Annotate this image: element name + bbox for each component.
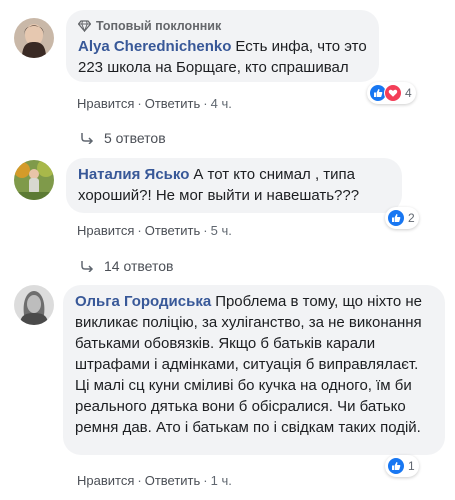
comment-bubble: Ольга Городиська Проблема в тому, що ніхт…: [63, 285, 445, 455]
reply-arrow-icon: [81, 261, 94, 272]
comment-author[interactable]: Alya Cherednichenko: [78, 38, 231, 55]
reaction-count: 4: [405, 86, 412, 100]
reactions-summary[interactable]: 1: [385, 455, 419, 477]
view-replies-1[interactable]: 5 ответов: [80, 129, 166, 147]
like-icon: [387, 457, 405, 475]
comment-author[interactable]: Ольга Городиська: [75, 293, 211, 310]
comment-time[interactable]: 1 ч.: [211, 473, 232, 488]
view-replies-2[interactable]: 14 ответов: [80, 257, 173, 275]
reply-link[interactable]: Ответить: [145, 96, 201, 111]
replies-label[interactable]: 5 ответов: [104, 129, 166, 147]
comment-time[interactable]: 4 ч.: [211, 96, 232, 111]
separator: ·: [203, 96, 208, 111]
comment-bubble: Наталия Ясько А тот кто снимал , типа хор…: [66, 158, 402, 213]
reactions-summary[interactable]: 2: [385, 207, 419, 229]
like-link[interactable]: Нравится: [77, 96, 134, 111]
avatar[interactable]: [14, 285, 54, 325]
top-fan-badge: Топовый поклонник: [78, 18, 367, 34]
diamond-icon: [78, 20, 91, 32]
separator: ·: [137, 96, 142, 111]
separator: ·: [203, 223, 208, 238]
comment-actions: Нравится · Ответить · 5 ч.: [77, 223, 232, 239]
avatar[interactable]: [14, 160, 54, 200]
avatar[interactable]: [14, 18, 54, 58]
like-icon: [387, 209, 405, 227]
love-icon: [384, 84, 402, 102]
badge-label: Топовый поклонник: [96, 19, 222, 33]
comment-bubble: Топовый поклонник Alya Cherednichenko Ест…: [66, 10, 379, 82]
comment-text: Проблема в тому, що ніхто не викликає по…: [75, 293, 422, 436]
reply-arrow-icon: [81, 133, 94, 144]
comment-actions: Нравится · Ответить · 4 ч.: [77, 96, 232, 112]
separator: ·: [137, 223, 142, 238]
reactions-summary[interactable]: 4: [367, 82, 416, 104]
like-link[interactable]: Нравится: [77, 473, 134, 488]
reply-link[interactable]: Ответить: [145, 223, 201, 238]
separator: ·: [203, 473, 208, 488]
reply-link[interactable]: Ответить: [145, 473, 201, 488]
reaction-count: 1: [408, 459, 415, 473]
like-link[interactable]: Нравится: [77, 223, 134, 238]
comment-author[interactable]: Наталия Ясько: [78, 166, 189, 183]
reaction-count: 2: [408, 211, 415, 225]
comment-time[interactable]: 5 ч.: [211, 223, 232, 238]
separator: ·: [137, 473, 142, 488]
replies-label[interactable]: 14 ответов: [104, 257, 173, 275]
comment-actions: Нравится · Ответить · 1 ч.: [77, 473, 232, 489]
